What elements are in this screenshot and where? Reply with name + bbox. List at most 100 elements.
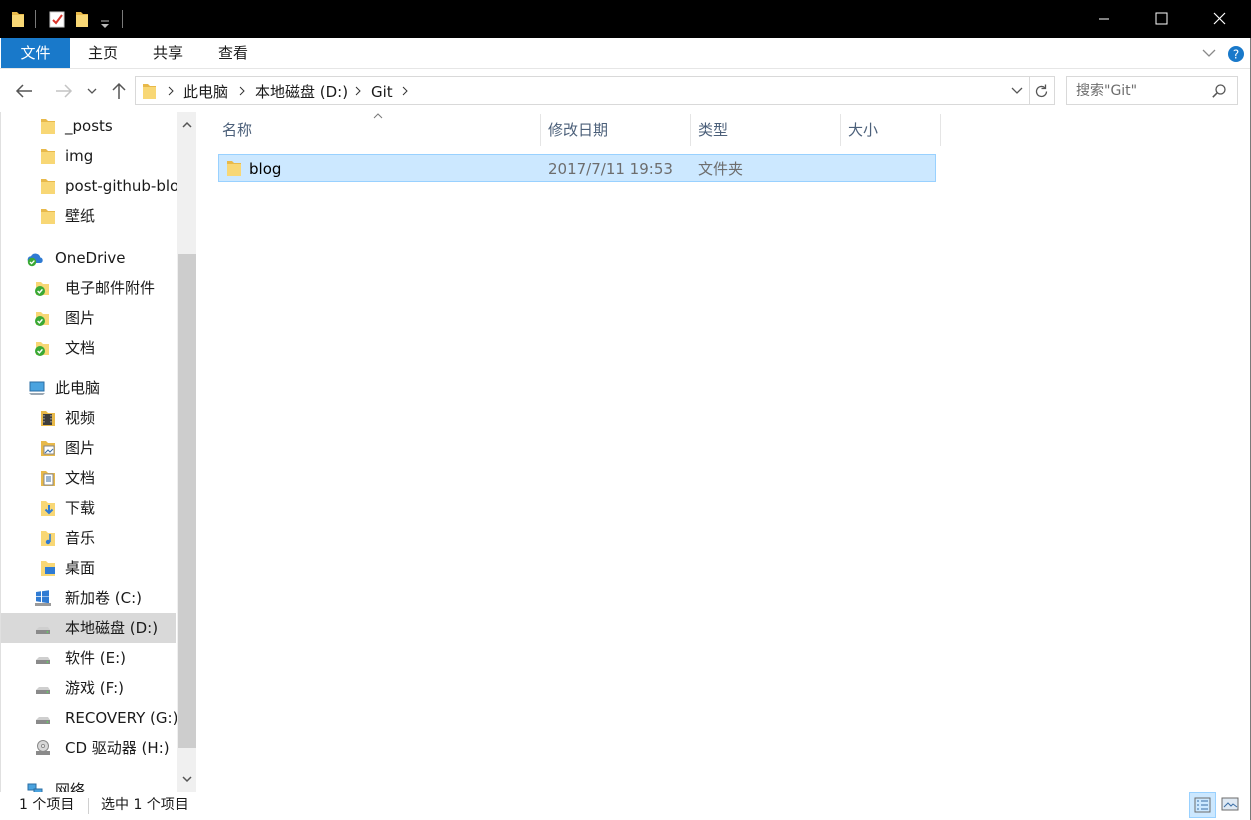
- sidebar-item-label: 文档: [65, 339, 96, 357]
- sidebar-item[interactable]: OneDrive: [1, 243, 176, 273]
- documents-folder-icon: [41, 471, 55, 486]
- customize-toolbar-icon[interactable]: [98, 9, 112, 29]
- scroll-up-icon[interactable]: [180, 118, 194, 132]
- file-name[interactable]: blog: [249, 159, 281, 179]
- folder-icon: [41, 119, 55, 134]
- videos-folder-icon: [41, 411, 55, 426]
- up-icon[interactable]: [106, 78, 132, 104]
- sidebar-item[interactable]: 音乐: [1, 523, 176, 553]
- search-input[interactable]: 搜索"Git": [1076, 82, 1137, 100]
- breadcrumb-this-pc[interactable]: 此电脑: [183, 82, 228, 102]
- sidebar-item[interactable]: 此电脑: [1, 373, 176, 403]
- folder-icon: [227, 161, 241, 176]
- drive-icon: [36, 657, 50, 664]
- this-pc-icon: [29, 381, 45, 395]
- forward-icon[interactable]: [50, 78, 76, 104]
- sidebar-item-label: 电子邮件附件: [65, 279, 156, 297]
- search-box[interactable]: 搜索"Git": [1066, 76, 1238, 105]
- sidebar-item[interactable]: CD 驱动器 (H:): [1, 733, 176, 763]
- music-folder-icon: [41, 531, 55, 546]
- sidebar-item-label: 桌面: [65, 559, 96, 577]
- address-bar[interactable]: 此电脑 本地磁盘 (D:) Git: [135, 76, 1030, 105]
- close-icon[interactable]: [1190, 0, 1248, 38]
- item-count: 1 个项目: [19, 797, 75, 813]
- breadcrumb-drive-d[interactable]: 本地磁盘 (D:): [255, 82, 348, 102]
- scroll-down-icon[interactable]: [180, 772, 194, 786]
- pictures-folder-icon: [41, 441, 55, 456]
- new-folder-icon[interactable]: [74, 9, 90, 29]
- chevron-right-icon[interactable]: [166, 83, 176, 99]
- sidebar-item-label: OneDrive: [55, 249, 126, 267]
- selection-count: 选中 1 个项目: [101, 797, 189, 813]
- sidebar-item-label: _posts: [65, 117, 113, 135]
- sidebar-item-label: 此电脑: [55, 379, 101, 397]
- windows-drive-icon: [35, 590, 51, 606]
- properties-icon[interactable]: [48, 9, 66, 29]
- sidebar-item[interactable]: 网络: [1, 775, 176, 792]
- help-icon[interactable]: ?: [1226, 44, 1246, 64]
- sidebar-item-label: 视频: [65, 409, 96, 427]
- breadcrumb-git[interactable]: Git: [371, 82, 393, 102]
- folder-icon: [12, 12, 24, 27]
- column-header-size[interactable]: 大小: [841, 114, 941, 146]
- file-modified: 2017/7/11 19:53: [548, 160, 673, 178]
- minimize-icon[interactable]: [1075, 0, 1133, 38]
- sidebar-item[interactable]: 文档: [1, 333, 176, 363]
- folder-icon: [41, 149, 55, 164]
- sidebar-item-label: 软件 (E:): [65, 649, 127, 667]
- chevron-right-icon[interactable]: [400, 83, 410, 99]
- chevron-right-icon[interactable]: [353, 83, 363, 99]
- sidebar-item[interactable]: 下载: [1, 493, 176, 523]
- drive-icon: [36, 717, 50, 724]
- sidebar-item[interactable]: 电子邮件附件: [1, 273, 176, 303]
- details-view-button[interactable]: [1189, 792, 1216, 818]
- search-icon[interactable]: [1211, 83, 1227, 99]
- navigation-pane-scrollbar[interactable]: [177, 112, 196, 792]
- folder-icon: [41, 179, 55, 194]
- title-bar: [0, 0, 1251, 38]
- synced-folder-icon: [35, 282, 49, 296]
- sidebar-item-label: 下载: [65, 499, 96, 517]
- sidebar-item-label: RECOVERY (G:): [65, 709, 179, 727]
- tab-home[interactable]: 主页: [70, 38, 136, 68]
- chevron-right-icon[interactable]: [237, 83, 247, 99]
- column-header-type[interactable]: 类型: [691, 114, 841, 146]
- sidebar-item[interactable]: 新加卷 (C:): [1, 583, 176, 613]
- back-icon[interactable]: [12, 78, 38, 104]
- sidebar-item[interactable]: 图片: [1, 433, 176, 463]
- refresh-icon: [1035, 84, 1048, 98]
- sidebar-item[interactable]: 壁纸: [1, 201, 176, 231]
- sidebar-item-label: 本地磁盘 (D:): [65, 619, 159, 637]
- address-history-dropdown-icon[interactable]: [1009, 84, 1025, 98]
- drive-icon: [36, 687, 50, 694]
- file-row[interactable]: blog 2017/7/11 19:53 文件夹: [218, 154, 936, 182]
- sidebar-item-label: 图片: [65, 309, 96, 327]
- sidebar-item[interactable]: img: [1, 141, 176, 171]
- folder-icon: [41, 209, 55, 224]
- sidebar-item[interactable]: _posts: [1, 112, 176, 141]
- desktop-folder-icon: [41, 561, 55, 576]
- sidebar-item[interactable]: 游戏 (F:): [1, 673, 176, 703]
- sidebar-item[interactable]: 视频: [1, 403, 176, 433]
- sidebar-item[interactable]: post-github-blo: [1, 171, 179, 201]
- sidebar-item[interactable]: 图片: [1, 303, 176, 333]
- tab-file[interactable]: 文件: [1, 38, 70, 68]
- sidebar-item[interactable]: 本地磁盘 (D:): [1, 613, 176, 643]
- sidebar-item[interactable]: RECOVERY (G:): [1, 703, 179, 733]
- scrollbar-thumb[interactable]: [178, 254, 196, 748]
- sort-ascending-icon: [373, 113, 383, 119]
- refresh-button[interactable]: [1030, 76, 1055, 105]
- large-icons-view-button[interactable]: [1217, 792, 1244, 818]
- tab-view[interactable]: 查看: [200, 38, 266, 68]
- status-separator: [88, 798, 89, 814]
- sidebar-item[interactable]: 软件 (E:): [1, 643, 176, 673]
- expand-ribbon-icon[interactable]: [1201, 46, 1217, 60]
- maximize-icon[interactable]: [1132, 0, 1190, 38]
- sidebar-item[interactable]: 文档: [1, 463, 176, 493]
- tab-share[interactable]: 共享: [136, 38, 200, 68]
- onedrive-cloud-icon: [27, 253, 43, 267]
- cd-drive-icon: [36, 740, 50, 755]
- column-header-modified[interactable]: 修改日期: [541, 114, 691, 146]
- sidebar-item[interactable]: 桌面: [1, 553, 176, 583]
- recent-locations-icon[interactable]: [82, 78, 102, 104]
